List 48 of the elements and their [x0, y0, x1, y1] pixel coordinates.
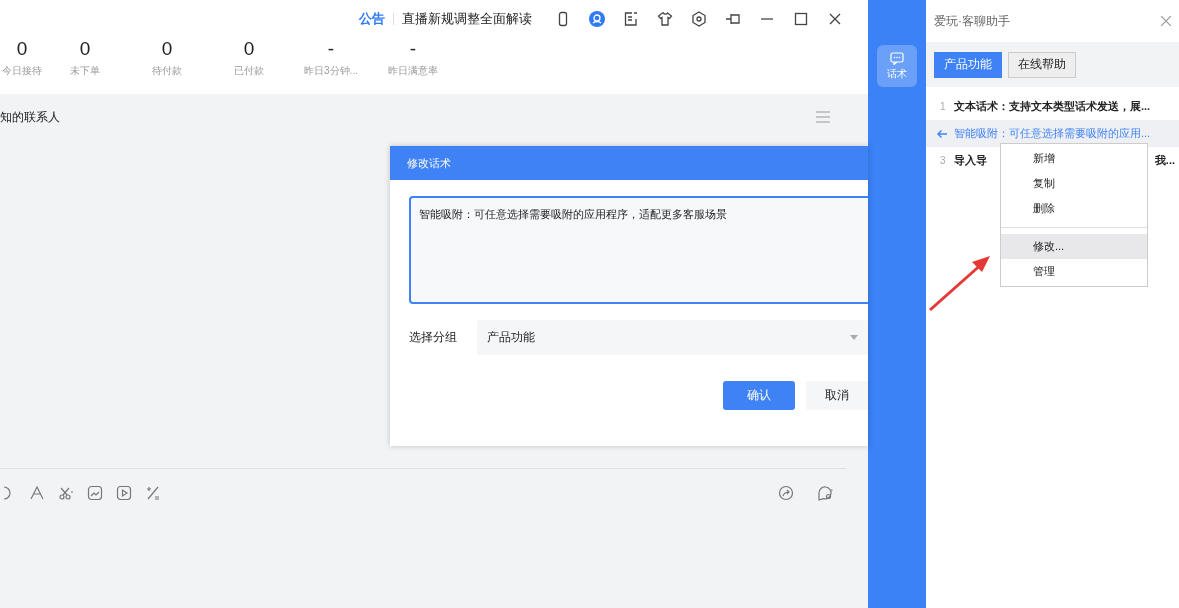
settings-icon[interactable]: [691, 11, 707, 27]
chat-icon: [890, 51, 904, 65]
item-text: 文本话术：支持文本类型话术发送，展...: [954, 99, 1151, 114]
share-icon[interactable]: [778, 484, 794, 501]
stat-value: -: [327, 38, 335, 60]
stat-label: 昨日3分钟...: [304, 64, 358, 78]
arrow-left-icon: [936, 128, 948, 139]
tab[interactable]: 在线帮助: [1008, 51, 1076, 78]
video-icon[interactable]: [116, 484, 132, 501]
menu-item[interactable]: 修改...: [1001, 234, 1147, 259]
item-number: 3: [940, 155, 947, 166]
field-label: 选择分组: [409, 329, 458, 346]
stat-label: 今日接待: [2, 64, 42, 78]
font-icon[interactable]: [29, 484, 45, 501]
pin-icon[interactable]: [725, 11, 741, 27]
percent-icon[interactable]: [145, 484, 161, 501]
contact-title: 知的联系人: [0, 108, 60, 126]
caret-icon: [850, 335, 858, 340]
confirm-button[interactable]: 确认: [723, 381, 795, 410]
group-dropdown[interactable]: 产品功能: [477, 320, 868, 355]
close-icon[interactable]: [827, 11, 843, 27]
cancel-button[interactable]: 取消: [806, 381, 868, 410]
stat-label: 昨日满意率: [388, 64, 438, 78]
edit-icon[interactable]: [623, 11, 639, 27]
notice-label[interactable]: 公告: [359, 10, 385, 28]
panel-title: 爱玩·客聊助手: [934, 12, 1010, 30]
tab[interactable]: 产品功能: [934, 51, 1002, 78]
avatar-icon[interactable]: [589, 11, 605, 27]
stat-label: 待付款: [152, 64, 182, 78]
stat-value: 0: [16, 38, 28, 60]
dialog-title: 修改话术: [390, 146, 868, 180]
stat-value: 0: [161, 38, 173, 60]
maximize-icon[interactable]: [793, 11, 809, 27]
chat-settings-icon[interactable]: [817, 484, 833, 501]
item-text: 导入导: [954, 153, 987, 168]
image-icon[interactable]: [87, 484, 103, 501]
shirt-icon[interactable]: [657, 11, 673, 27]
stat-value: -: [409, 38, 417, 60]
item-text: 智能吸附：可任意选择需要吸附的应用...: [954, 126, 1151, 141]
notice-link[interactable]: 直播新规调整全面解读: [402, 10, 532, 28]
text-field[interactable]: 智能吸附：可任意选择需要吸附的应用程序，适配更多客服场景: [409, 196, 868, 304]
stat-value: 0: [79, 38, 91, 60]
item-number: 1: [940, 101, 947, 112]
pointer-arrow-icon: [928, 254, 992, 312]
stat-label: 未下单: [70, 64, 100, 78]
stat-label: 已付款: [234, 64, 264, 78]
list-item[interactable]: 1 文本话术：支持文本类型话术发送，展...: [926, 93, 1179, 120]
stat-value: 0: [243, 38, 255, 60]
